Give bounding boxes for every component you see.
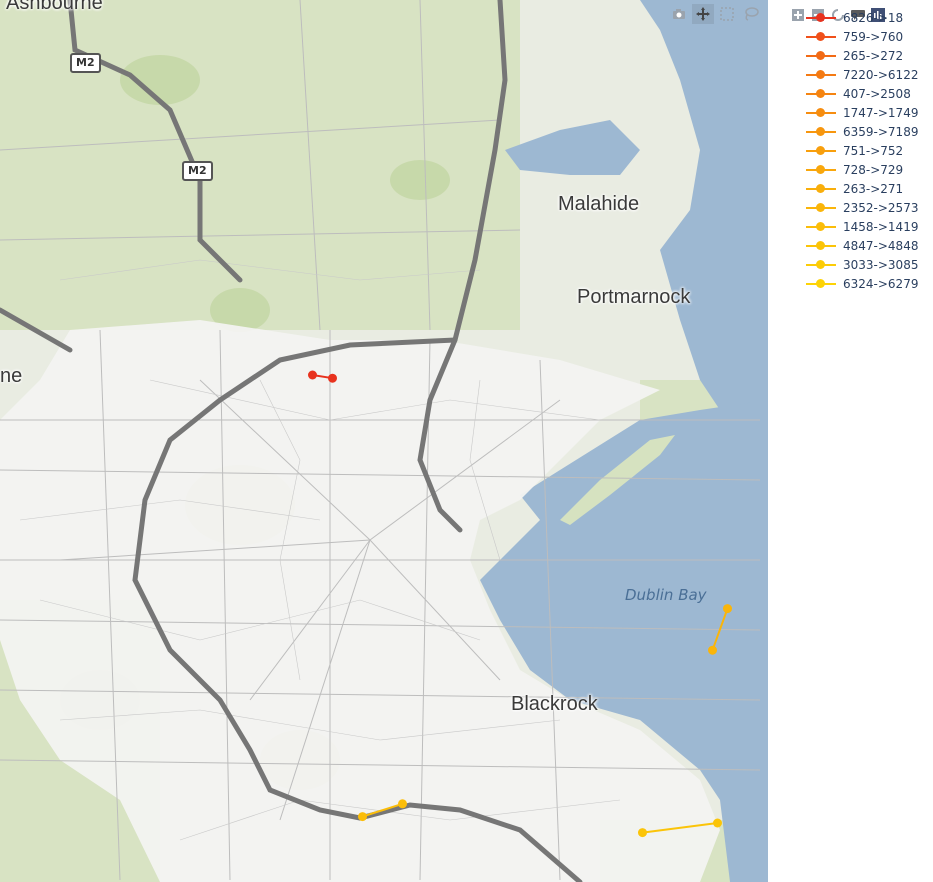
legend-swatch <box>806 274 836 293</box>
modebar <box>668 4 762 24</box>
camera-icon[interactable] <box>668 4 690 24</box>
trace-point[interactable] <box>638 828 647 838</box>
legend-swatch <box>806 84 836 103</box>
legend-label: 265->272 <box>843 48 904 63</box>
trace-line <box>711 608 729 651</box>
legend-item[interactable]: 759->760 <box>806 27 931 46</box>
legend-item[interactable]: 3033->3085 <box>806 255 931 274</box>
legend-label: 7220->6122 <box>843 67 919 82</box>
legend-label: 263->271 <box>843 181 904 196</box>
legend-item[interactable]: 6359->7189 <box>806 122 931 141</box>
legend-swatch <box>806 122 836 141</box>
lasso-icon[interactable] <box>740 4 762 24</box>
legend-swatch <box>806 160 836 179</box>
trip-traces <box>308 370 732 838</box>
legend-swatch <box>806 8 836 27</box>
trace-point[interactable] <box>713 818 722 828</box>
legend-label: 6359->7189 <box>843 124 919 139</box>
legend-swatch <box>806 236 836 255</box>
legend-swatch <box>806 27 836 46</box>
legend-item[interactable]: 265->272 <box>806 46 931 65</box>
trace-point[interactable] <box>328 373 337 383</box>
legend-swatch <box>806 65 836 84</box>
legend-swatch <box>806 141 836 160</box>
legend-label: 6324->6279 <box>843 276 919 291</box>
trace-point[interactable] <box>708 645 717 655</box>
legend-item[interactable]: 2352->2573 <box>806 198 931 217</box>
trace-line <box>362 802 403 818</box>
legend-label: 3033->3085 <box>843 257 919 272</box>
legend-swatch <box>806 255 836 274</box>
trace-point[interactable] <box>398 799 407 809</box>
box-select-icon[interactable] <box>716 4 738 24</box>
legend-swatch <box>806 198 836 217</box>
legend-item[interactable]: 407->2508 <box>806 84 931 103</box>
map[interactable]: Ashbourne Malahide Portmarnock ne Blackr… <box>0 0 768 882</box>
legend-label: 2352->2573 <box>843 200 919 215</box>
trace-point[interactable] <box>723 604 732 614</box>
legend-label: 759->760 <box>843 29 904 44</box>
legend-item[interactable]: 6826->18 <box>806 8 931 27</box>
trace-point[interactable] <box>358 812 367 822</box>
legend-swatch <box>806 103 836 122</box>
legend-item[interactable]: 728->729 <box>806 160 931 179</box>
legend-item[interactable]: 263->271 <box>806 179 931 198</box>
legend-label: 407->2508 <box>843 86 911 101</box>
legend-label: 6826->18 <box>843 10 904 25</box>
legend-label: 728->729 <box>843 162 904 177</box>
trace-line <box>642 822 718 834</box>
legend-item[interactable]: 4847->4848 <box>806 236 931 255</box>
legend-swatch <box>806 179 836 198</box>
legend-label: 4847->4848 <box>843 238 919 253</box>
legend-label: 1458->1419 <box>843 219 919 234</box>
trace-point[interactable] <box>308 370 317 380</box>
legend: 6826->18 759->760 265->272 7220->6122 407->2… <box>806 8 931 293</box>
pan-icon[interactable] <box>692 4 714 24</box>
legend-item[interactable]: 7220->6122 <box>806 65 931 84</box>
legend-item[interactable]: 1747->1749 <box>806 103 931 122</box>
legend-label: 1747->1749 <box>843 105 919 120</box>
legend-swatch <box>806 217 836 236</box>
legend-item[interactable]: 751->752 <box>806 141 931 160</box>
legend-label: 751->752 <box>843 143 904 158</box>
legend-item[interactable]: 6324->6279 <box>806 274 931 293</box>
zoom-in-icon[interactable] <box>790 7 806 23</box>
legend-item[interactable]: 1458->1419 <box>806 217 931 236</box>
legend-swatch <box>806 46 836 65</box>
